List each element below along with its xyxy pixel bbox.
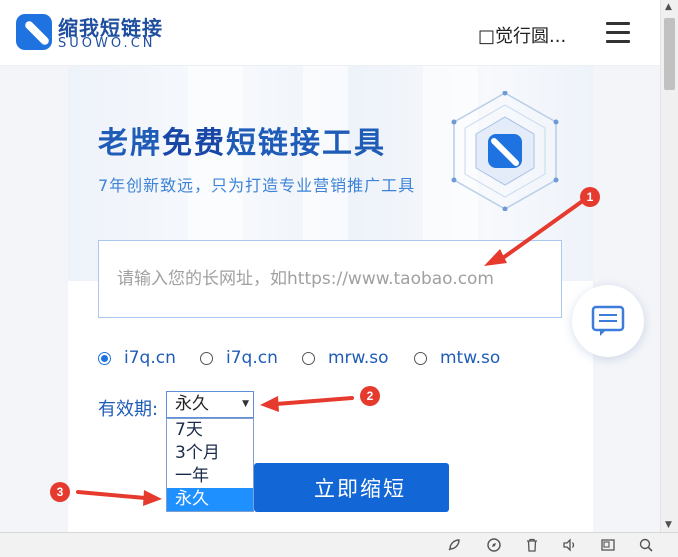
expiry-option[interactable]: 3个月: [167, 442, 253, 465]
expiry-label: 有效期:: [98, 399, 159, 420]
scroll-thumb[interactable]: [664, 18, 675, 90]
domain-option[interactable]: i7q.cn: [98, 346, 176, 370]
window-icon[interactable]: [600, 537, 616, 553]
expiry-select-value: 永久: [175, 394, 209, 414]
domain-option[interactable]: i7q.cn: [200, 346, 278, 370]
radio-selected-icon[interactable]: [98, 351, 111, 365]
domain-label: i7q.cn: [226, 348, 278, 368]
page-scrollbar[interactable]: ▲ ▼: [660, 0, 678, 532]
chat-icon: [591, 305, 625, 336]
speaker-icon[interactable]: [562, 537, 578, 553]
menu-icon[interactable]: [606, 22, 630, 44]
expiry-option[interactable]: 一年: [167, 465, 253, 488]
search-icon[interactable]: [638, 537, 654, 553]
domain-label: mtw.so: [440, 348, 501, 368]
domain-option[interactable]: mrw.so: [302, 346, 389, 370]
scroll-down-arrow-icon[interactable]: ▼: [665, 520, 672, 530]
trash-icon[interactable]: [524, 537, 540, 553]
expiry-option[interactable]: 7天: [167, 419, 253, 442]
domain-option[interactable]: mtw.so: [414, 346, 500, 370]
annotation-badge: 2: [360, 386, 380, 406]
shorten-button[interactable]: 立即缩短: [254, 463, 449, 512]
expiry-dropdown-list: 7天 3个月 一年 永久: [166, 418, 254, 512]
bottom-toolbar: [0, 532, 678, 557]
chat-button[interactable]: [572, 285, 644, 357]
radio-icon[interactable]: [414, 351, 427, 365]
radio-icon[interactable]: [302, 351, 315, 365]
site-header: 缩我短链接 SUOWO.CN □觉行圆...: [0, 0, 660, 66]
scroll-up-arrow-icon[interactable]: ▲: [665, 2, 672, 12]
hero-title: 老牌免费短链接工具: [98, 126, 386, 161]
domain-label: i7q.cn: [124, 348, 176, 368]
rocket-icon[interactable]: [446, 537, 462, 553]
compass-icon[interactable]: [486, 537, 502, 553]
shortlink-logo-icon[interactable]: [16, 14, 52, 50]
expiry-select[interactable]: 永久 ▼: [166, 391, 254, 418]
annotation-badge: 3: [50, 482, 70, 502]
chevron-down-icon[interactable]: ▼: [242, 392, 249, 417]
header-user-link[interactable]: □觉行圆...: [478, 22, 566, 48]
annotation-badge: 1: [580, 187, 600, 207]
domain-label: mrw.so: [328, 348, 389, 368]
radio-icon[interactable]: [200, 351, 213, 365]
shortener-panel: 老牌免费短链接工具 7年创新致远，只为打造专业营销推广工具 i7q.cn i7q…: [68, 66, 593, 532]
logo-subtext[interactable]: SUOWO.CN: [58, 36, 156, 51]
long-url-input[interactable]: [98, 240, 562, 318]
expiry-option-selected[interactable]: 永久: [167, 488, 253, 511]
hexagon-logo-illustration-icon: [451, 91, 559, 211]
hero-subtitle: 7年创新致远，只为打造专业营销推广工具: [98, 176, 416, 195]
